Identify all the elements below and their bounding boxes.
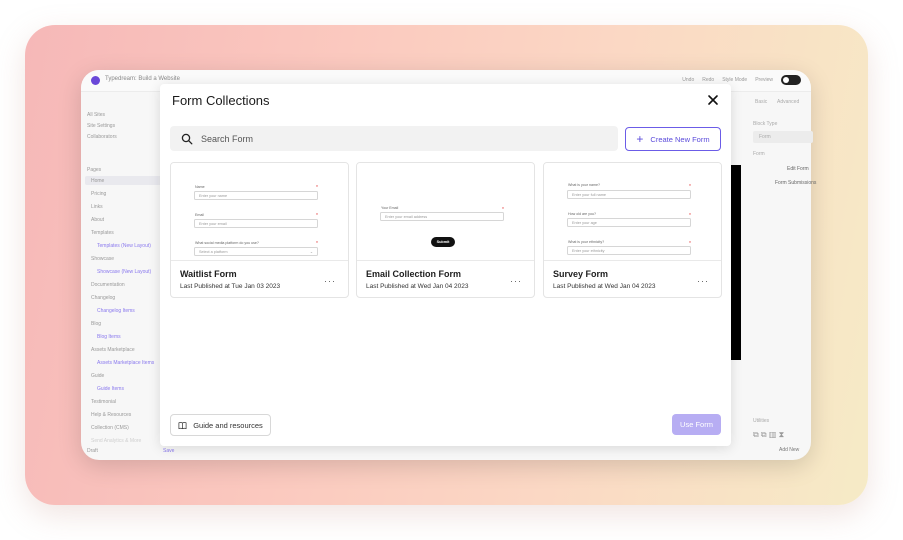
create-new-form-label: Create New Form (650, 134, 710, 144)
preview-button[interactable]: Preview (755, 77, 773, 83)
style-mode-button[interactable]: Style Mode (722, 77, 747, 83)
tab-basic[interactable]: Basic (755, 99, 767, 105)
redo-button[interactable]: Redo (702, 77, 714, 83)
preview-field-input: Enter your email address (380, 212, 504, 221)
search-input[interactable] (201, 133, 581, 144)
preview-submit-button: Submit (431, 237, 455, 247)
form-card-email-collection[interactable]: Your Email * Enter your email address Su… (356, 162, 535, 298)
form-collections-modal: Form Collections + Create New Form Name … (160, 84, 731, 446)
preview-field-input: Enter your age (567, 218, 691, 227)
canvas-preview-block (730, 165, 741, 360)
card-title: Waitlist Form (180, 269, 237, 279)
form-preview-survey: What is your name? * Enter your full nam… (544, 163, 721, 261)
sidebar-item-page[interactable]: Templates (New Layout) (97, 243, 151, 249)
form-section-label: Form (753, 151, 765, 157)
more-options-icon[interactable]: ··· (510, 276, 522, 286)
sidebar-item-page[interactable]: Home (91, 178, 104, 184)
more-options-icon[interactable]: ··· (324, 276, 336, 286)
sidebar-item-all-sites[interactable]: All Sites (87, 112, 105, 118)
right-panel: Basic Advanced Block Type Form Form Edit… (745, 92, 816, 457)
utilities-label: Utilities (753, 418, 770, 424)
edit-form-button[interactable]: Edit Form (787, 166, 809, 172)
preview-field-input: Enter your name (194, 191, 318, 200)
preview-select-input: Select a platform ⌄ (194, 247, 318, 256)
sidebar-item-page[interactable]: Changelog Items (97, 308, 135, 314)
card-published-date: Last Published at Wed Jan 04 2023 (553, 283, 656, 290)
card-published-date: Last Published at Wed Jan 04 2023 (366, 283, 469, 290)
typedream-logo-icon (91, 76, 100, 85)
sidebar-item-page[interactable]: Blog Items (97, 334, 121, 340)
sidebar-item-page[interactable]: Assets Marketplace (91, 347, 135, 353)
preview-field-input: Enter your ethnicity (567, 246, 691, 255)
guide-button-label: Guide and resources (193, 420, 263, 430)
sidebar-item-page[interactable]: Testimonial (91, 399, 116, 405)
sidebar-item-page[interactable]: Help & Resources (91, 412, 131, 418)
sidebar-draft-label: Draft (87, 448, 98, 454)
sidebar-item-page[interactable]: Pricing (91, 191, 106, 197)
search-bar (170, 126, 618, 151)
preview-field-label: What is your ethnicity? (568, 240, 605, 244)
card-title: Email Collection Form (366, 269, 462, 279)
sidebar-pages-heading: Pages (87, 167, 102, 173)
preview-field-input: Enter your full name (567, 190, 691, 199)
form-card-waitlist[interactable]: Name * Enter your name Email * Enter you… (170, 162, 349, 298)
utility-icons[interactable]: ⧉ ⧉ ▥ ⧗ (753, 430, 784, 440)
sidebar-item-page[interactable]: Showcase (New Layout) (97, 269, 151, 275)
block-type-select[interactable]: Form (753, 131, 813, 143)
form-submissions-button[interactable]: Form Submissions (775, 180, 816, 186)
more-options-icon[interactable]: ··· (697, 276, 709, 286)
sidebar-item-site-settings[interactable]: Site Settings (87, 123, 115, 129)
app-title: Typedream: Build a Website (105, 76, 180, 82)
sidebar-item-page[interactable]: Blog (91, 321, 101, 327)
create-new-form-button[interactable]: + Create New Form (625, 127, 721, 151)
guide-and-resources-button[interactable]: Guide and resources (170, 414, 271, 436)
form-card-survey[interactable]: What is your name? * Enter your full nam… (543, 162, 722, 298)
sidebar-item-page[interactable]: Templates (91, 230, 114, 236)
tab-advanced[interactable]: Advanced (777, 99, 799, 105)
form-preview-email-collection: Your Email * Enter your email address Su… (357, 163, 534, 261)
sidebar-item-page[interactable]: Documentation (91, 282, 125, 288)
sidebar-item-page[interactable]: Assets Marketplace Items (97, 360, 154, 366)
sidebar-item-page[interactable]: Send Analytics & More (91, 438, 141, 444)
close-button[interactable] (705, 92, 721, 108)
card-title: Survey Form (553, 269, 609, 279)
preview-field-label: Your Email (381, 206, 399, 210)
sidebar-item-page[interactable]: Guide Items (97, 386, 124, 392)
sidebar-item-collaborators[interactable]: Collaborators (87, 134, 117, 140)
add-new-button[interactable]: Add New (779, 447, 799, 453)
search-icon (181, 133, 193, 144)
book-icon (178, 421, 187, 429)
modal-title: Form Collections (172, 93, 270, 108)
preview-toggle[interactable] (781, 75, 801, 85)
sidebar-save-link[interactable]: Save (163, 448, 174, 454)
sidebar-item-page[interactable]: Showcase (91, 256, 114, 262)
preview-field-label: What social media platform do you use? (195, 241, 259, 245)
undo-button[interactable]: Undo (682, 77, 694, 83)
sidebar-item-page[interactable]: Guide (91, 373, 104, 379)
sidebar-item-page[interactable]: Collection (CMS) (91, 425, 129, 431)
sidebar-item-page[interactable]: Changelog (91, 295, 115, 301)
card-published-date: Last Published at Tue Jan 03 2023 (180, 283, 281, 290)
preview-field-label: Name (195, 185, 205, 189)
preview-field-input: Enter your email (194, 219, 318, 228)
left-sidebar: All Sites Site Settings Collaborators Pa… (81, 92, 174, 460)
preview-field-label: How old are you? (568, 212, 596, 216)
preview-field-label: What is your name? (568, 183, 600, 187)
block-type-label: Block Type (753, 121, 778, 127)
sidebar-item-page[interactable]: About (91, 217, 104, 223)
plus-icon: + (636, 132, 644, 146)
preview-field-label: Email (195, 213, 204, 217)
use-form-button[interactable]: Use Form (672, 414, 721, 435)
chevron-down-icon: ⌄ (309, 250, 313, 254)
sidebar-item-page[interactable]: Links (91, 204, 103, 210)
form-preview-waitlist: Name * Enter your name Email * Enter you… (171, 163, 348, 261)
close-icon (708, 95, 718, 105)
